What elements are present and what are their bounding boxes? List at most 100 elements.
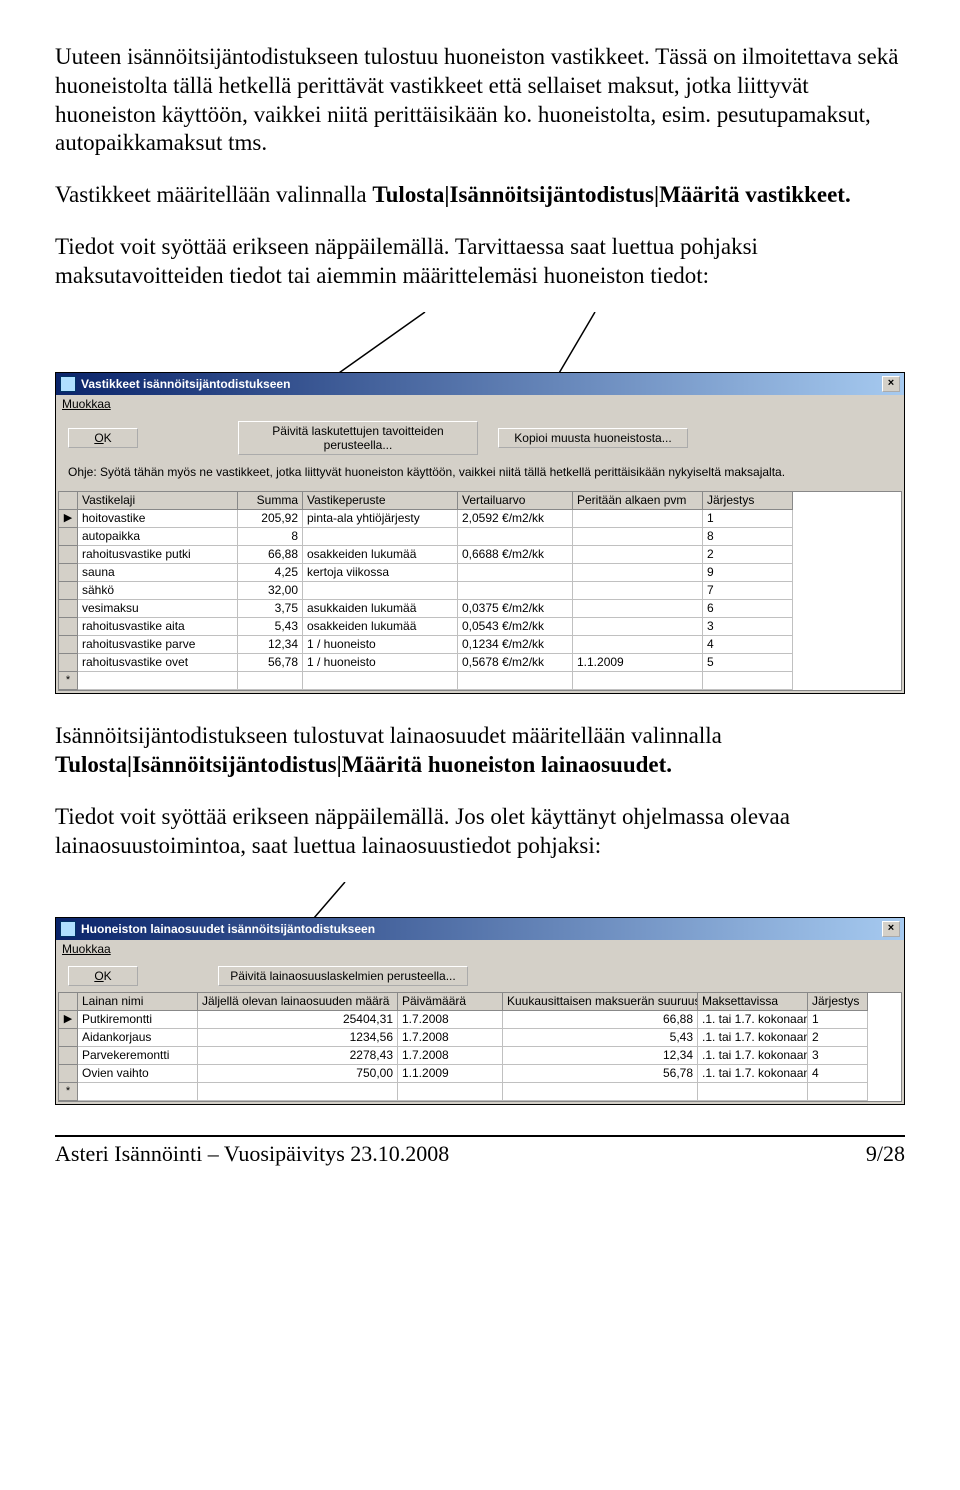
col-vertailuarvo[interactable]: Vertailuarvo <box>458 492 573 510</box>
cell[interactable] <box>573 510 703 528</box>
cell[interactable] <box>573 636 703 654</box>
cell[interactable]: Ovien vaihto <box>78 1065 198 1083</box>
table-row[interactable]: rahoitusvastike ovet56,781 / huoneisto0,… <box>59 654 901 672</box>
col-summa[interactable]: Summa <box>238 492 303 510</box>
cell[interactable]: 1234,56 <box>198 1029 398 1047</box>
cell[interactable]: Parvekeremontti <box>78 1047 198 1065</box>
titlebar[interactable]: Vastikkeet isännöitsijäntodistukseen × <box>56 373 904 395</box>
cell[interactable] <box>573 564 703 582</box>
new-row[interactable]: * <box>59 672 901 690</box>
cell[interactable]: 56,78 <box>503 1065 698 1083</box>
cell[interactable]: 1 <box>808 1011 868 1029</box>
cell[interactable]: 3,75 <box>238 600 303 618</box>
cell[interactable]: .1. tai 1.7. kokonaan <box>698 1065 808 1083</box>
cell[interactable]: .1. tai 1.7. kokonaan <box>698 1011 808 1029</box>
cell[interactable]: vesimaksu <box>78 600 238 618</box>
table-row[interactable]: vesimaksu3,75asukkaiden lukumää0,0375 €/… <box>59 600 901 618</box>
cell[interactable]: 3 <box>703 618 793 636</box>
grid-lainaosuudet[interactable]: Lainan nimi Jäljellä olevan lainaosuuden… <box>58 992 902 1102</box>
cell[interactable]: rahoitusvastike parve <box>78 636 238 654</box>
close-icon[interactable]: × <box>882 376 900 392</box>
cell[interactable]: 205,92 <box>238 510 303 528</box>
col-jarjestys[interactable]: Järjestys <box>703 492 793 510</box>
new-row-2[interactable]: * <box>59 1083 901 1101</box>
titlebar-2[interactable]: Huoneiston lainaosuudet isännöitsijäntod… <box>56 918 904 940</box>
cell[interactable]: sähkö <box>78 582 238 600</box>
cell[interactable]: 750,00 <box>198 1065 398 1083</box>
cell[interactable]: 4 <box>808 1065 868 1083</box>
cell[interactable]: 0,5678 €/m2/kk <box>458 654 573 672</box>
cell[interactable]: 0,0543 €/m2/kk <box>458 618 573 636</box>
col-maksettavissa[interactable]: Maksettavissa <box>698 993 808 1011</box>
table-row[interactable]: autopaikka88 <box>59 528 901 546</box>
cell[interactable]: 2278,43 <box>198 1047 398 1065</box>
table-row[interactable]: rahoitusvastike parve12,341 / huoneisto0… <box>59 636 901 654</box>
cell[interactable]: 0,0375 €/m2/kk <box>458 600 573 618</box>
table-row[interactable]: Parvekeremontti2278,431.7.200812,34.1. t… <box>59 1047 901 1065</box>
cell[interactable]: 5 <box>703 654 793 672</box>
cell[interactable] <box>573 546 703 564</box>
table-row[interactable]: rahoitusvastike putki66,88osakkeiden luk… <box>59 546 901 564</box>
menu-muokkaa[interactable]: Muokkaa <box>62 397 111 411</box>
cell[interactable] <box>573 600 703 618</box>
table-row[interactable]: sauna4,25kertoja viikossa9 <box>59 564 901 582</box>
cell[interactable]: 0,6688 €/m2/kk <box>458 546 573 564</box>
cell[interactable]: 5,43 <box>503 1029 698 1047</box>
cell[interactable]: asukkaiden lukumää <box>303 600 458 618</box>
cell[interactable]: kertoja viikossa <box>303 564 458 582</box>
close-icon[interactable]: × <box>882 921 900 937</box>
col-vastikeperuste[interactable]: Vastikeperuste <box>303 492 458 510</box>
cell[interactable]: 2 <box>808 1029 868 1047</box>
cell[interactable] <box>573 582 703 600</box>
cell[interactable]: 1 / huoneisto <box>303 636 458 654</box>
cell[interactable]: 2,0592 €/m2/kk <box>458 510 573 528</box>
cell[interactable]: 12,34 <box>503 1047 698 1065</box>
col-paivamaara[interactable]: Päivämäärä <box>398 993 503 1011</box>
cell[interactable]: 32,00 <box>238 582 303 600</box>
cell[interactable]: 4,25 <box>238 564 303 582</box>
cell[interactable]: 1 / huoneisto <box>303 654 458 672</box>
cell[interactable]: osakkeiden lukumää <box>303 618 458 636</box>
cell[interactable]: Putkiremontti <box>78 1011 198 1029</box>
col-jaljella[interactable]: Jäljellä olevan lainaosuuden määrä <box>198 993 398 1011</box>
cell[interactable] <box>573 618 703 636</box>
cell[interactable] <box>303 528 458 546</box>
cell[interactable] <box>573 528 703 546</box>
menu-muokkaa-2[interactable]: Muokkaa <box>62 942 111 956</box>
table-row[interactable]: ▶Putkiremontti25404,311.7.200866,88.1. t… <box>59 1011 901 1029</box>
cell[interactable]: .1. tai 1.7. kokonaan <box>698 1047 808 1065</box>
cell[interactable]: rahoitusvastike aita <box>78 618 238 636</box>
table-row[interactable]: Ovien vaihto750,001.1.200956,78.1. tai 1… <box>59 1065 901 1083</box>
cell[interactable] <box>458 528 573 546</box>
cell[interactable]: 1.1.2009 <box>573 654 703 672</box>
cell[interactable]: 7 <box>703 582 793 600</box>
cell[interactable]: hoitovastike <box>78 510 238 528</box>
col-kuukausi[interactable]: Kuukausittaisen maksuerän suuruus <box>503 993 698 1011</box>
cell[interactable] <box>458 582 573 600</box>
cell[interactable]: 1.7.2008 <box>398 1011 503 1029</box>
copy-from-other-button[interactable]: Kopioi muusta huoneistosta... <box>498 428 688 448</box>
update-from-targets-button[interactable]: Päivitä laskutettujen tavoitteiden perus… <box>238 421 478 455</box>
menu-bar[interactable]: Muokkaa <box>56 395 904 413</box>
cell[interactable]: 9 <box>703 564 793 582</box>
col-vastikelaji[interactable]: Vastikelaji <box>78 492 238 510</box>
cell[interactable]: pinta-ala yhtiöjärjesty <box>303 510 458 528</box>
col-peritaan[interactable]: Peritään alkaen pvm <box>573 492 703 510</box>
cell[interactable]: 6 <box>703 600 793 618</box>
cell[interactable]: 66,88 <box>238 546 303 564</box>
cell[interactable] <box>458 564 573 582</box>
ok-button-2[interactable]: OK <box>68 966 138 986</box>
update-from-loan-calc-button[interactable]: Päivitä lainaosuuslaskelmien perusteella… <box>218 966 468 986</box>
cell[interactable]: 1 <box>703 510 793 528</box>
cell[interactable]: 8 <box>238 528 303 546</box>
cell[interactable]: autopaikka <box>78 528 238 546</box>
table-row[interactable]: sähkö32,00 7 <box>59 582 901 600</box>
cell[interactable]: 4 <box>703 636 793 654</box>
cell[interactable]: 56,78 <box>238 654 303 672</box>
col-jarjestys-2[interactable]: Järjestys <box>808 993 868 1011</box>
menu-bar-2[interactable]: Muokkaa <box>56 940 904 958</box>
cell[interactable]: rahoitusvastike putki <box>78 546 238 564</box>
cell[interactable]: 1.7.2008 <box>398 1047 503 1065</box>
grid-vastikkeet[interactable]: Vastikelaji Summa Vastikeperuste Vertail… <box>58 491 902 691</box>
cell[interactable]: 1.1.2009 <box>398 1065 503 1083</box>
